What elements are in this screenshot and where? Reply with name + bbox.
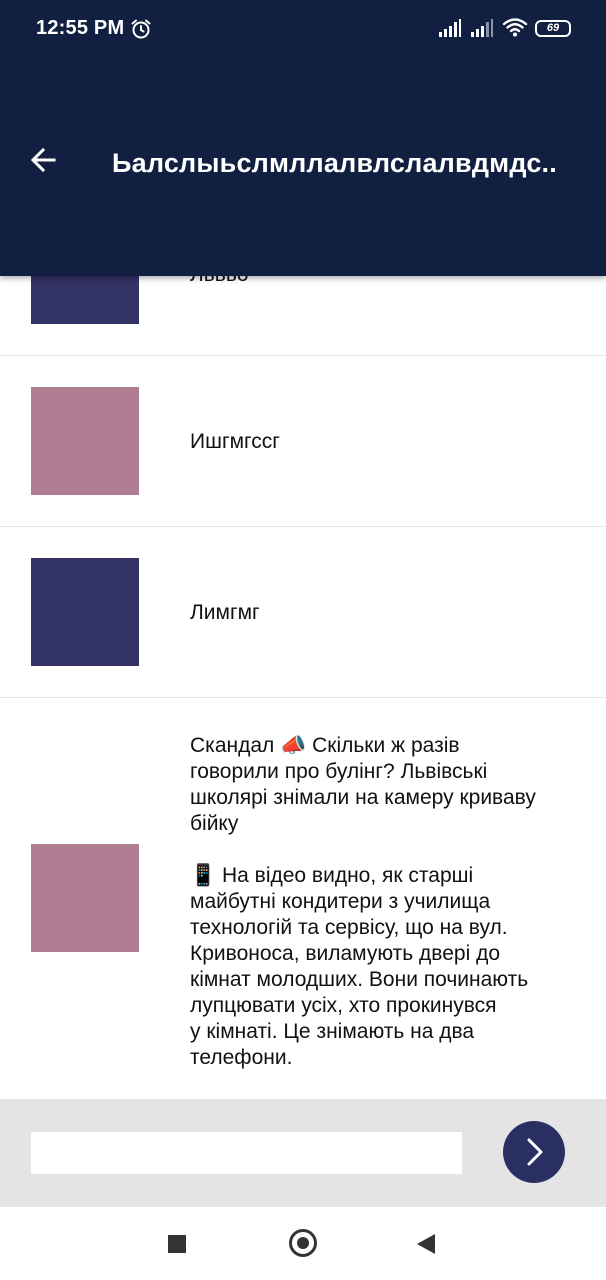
- text-line: школярі знімали на камеру криваву: [190, 786, 536, 809]
- battery-icon: 69: [535, 20, 571, 37]
- message-composer: [0, 1099, 606, 1207]
- text-line: кімнат молодших. Вони починають: [190, 968, 529, 991]
- signal-icon: [471, 19, 493, 37]
- signal-icon: [439, 19, 461, 37]
- text-line: лупцювати усіх, хто прокинувся: [190, 994, 497, 1017]
- message-thumbnail: [31, 844, 139, 952]
- text-line: говорили про булінг? Львівські: [190, 760, 488, 783]
- system-nav-bar: [0, 1207, 606, 1280]
- message-input[interactable]: [31, 1132, 462, 1174]
- chevron-right-icon: [527, 1138, 543, 1166]
- message-thumbnail: [31, 387, 139, 495]
- send-button[interactable]: [503, 1121, 565, 1183]
- home-dot: [297, 1237, 309, 1249]
- alarm-icon: [131, 19, 151, 39]
- message-text: Скандал 📣 Скільки ж разів говорили про б…: [190, 733, 570, 1071]
- text-line: Скандал 📣 Скільки ж разів: [190, 734, 460, 757]
- list-item[interactable]: Лимгмг: [0, 527, 606, 698]
- home-icon[interactable]: [289, 1229, 317, 1257]
- page-title: Ьалслыьслмллалвлслалвдмдс..: [112, 148, 557, 178]
- text-line: майбутні кондитери з училища: [190, 890, 491, 913]
- recents-icon[interactable]: [168, 1235, 186, 1253]
- text-line: технологій та сервісу, що на вул.: [190, 916, 508, 939]
- text-line: [190, 837, 570, 863]
- text-line: Кривоноса, виламують двері до: [190, 942, 501, 965]
- text-line: у кімнаті. Це знімають на два: [190, 1020, 475, 1043]
- app-header: 12:55 PM 69 Ьалслыьслмллалвлслалвдмдс..: [0, 0, 606, 276]
- wifi-icon: [502, 18, 528, 37]
- list-item[interactable]: Скандал 📣 Скільки ж разів говорили про б…: [0, 698, 606, 1099]
- text-line: телефони.: [190, 1046, 293, 1069]
- message-text: Ишгмгссг: [190, 430, 280, 453]
- list-item[interactable]: Ишгмгссг: [0, 356, 606, 527]
- battery-level: 69: [546, 22, 560, 34]
- message-text: Лимгмг: [190, 601, 260, 624]
- text-line: 📱 На відео видно, як старші: [190, 864, 474, 887]
- text-line: бійку: [190, 812, 239, 835]
- status-bar: 12:55 PM 69: [0, 0, 606, 58]
- back-arrow-icon[interactable]: [26, 142, 62, 178]
- status-time: 12:55 PM: [36, 17, 125, 39]
- nav-back-icon[interactable]: [417, 1234, 435, 1254]
- message-thumbnail: [31, 558, 139, 666]
